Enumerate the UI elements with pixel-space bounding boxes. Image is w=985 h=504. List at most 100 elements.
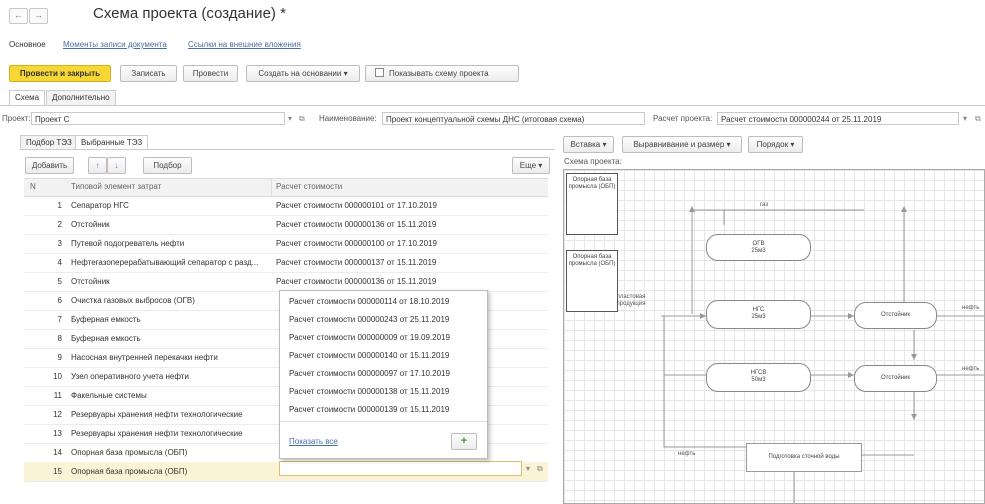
row-element: Путевой подогреватель нефти	[71, 239, 185, 248]
tab-selected-tez[interactable]: Выбранные ТЭЗ	[75, 135, 149, 150]
move-up-icon[interactable]: ↑	[88, 157, 107, 174]
name-field[interactable]: Проект концептуальной схемы ДНС (итогова…	[382, 112, 645, 125]
post-and-close-button[interactable]: Провести и закрыть	[9, 65, 111, 82]
move-down-icon[interactable]: ↓	[107, 157, 126, 174]
add-button[interactable]: Добавить	[25, 157, 74, 174]
row-number: 1	[57, 201, 62, 210]
calc-field[interactable]: Расчет стоимости 000000244 от 25.11.2019	[717, 112, 959, 125]
settler-2-label: Отстойник	[880, 375, 910, 381]
dropdown-item[interactable]: Расчет стоимости 000000097 от 17.10.2019	[289, 368, 450, 380]
oil-label-1: нефть	[962, 305, 980, 311]
row-calc[interactable]: Расчет стоимости 000000100 от 17.10.2019	[276, 234, 437, 253]
show-scheme-toggle[interactable]: Показывать схему проекта	[365, 65, 519, 82]
ngsv-title: НГСВ	[750, 370, 767, 376]
header-calc: Расчет стоимости	[276, 182, 343, 191]
show-scheme-label: Показывать схему проекта	[389, 69, 489, 78]
calc-open-icon[interactable]: ⧉	[975, 112, 981, 125]
table-row[interactable]: 5 Отстойник Расчет стоимости 000000136 от …	[24, 272, 548, 292]
calc-dropdown-icon[interactable]: ▾	[963, 112, 967, 125]
header-separator	[271, 179, 272, 196]
insert-button[interactable]: Вставка ▾	[563, 136, 614, 153]
header-element: Типовой элемент затрат	[71, 182, 162, 191]
row-element: Очистка газовых выбросов (ОГВ)	[71, 296, 195, 305]
row-element: Опорная база промысла (ОБП)	[71, 467, 188, 476]
water-treatment-node[interactable]: Подготовка сточной воды	[746, 443, 862, 472]
show-all-link[interactable]: Показать все	[289, 436, 338, 448]
dropdown-item[interactable]: Расчет стоимости 000000114 от 18.10.2019	[289, 296, 449, 308]
row-calc[interactable]: Расчет стоимости 000000136 от 15.11.2019	[276, 215, 436, 234]
more-button[interactable]: Еще ▾	[512, 157, 550, 174]
formation-label: пластовая продукция	[616, 294, 646, 307]
tab-scheme[interactable]: Схема	[9, 90, 46, 105]
open-link-icon[interactable]: ⧉	[299, 112, 305, 125]
project-diagram[interactable]: Опорная база промысла (ОБП) Опорная база…	[563, 169, 985, 504]
project-field[interactable]: Проект С	[31, 112, 285, 125]
row-number: 15	[53, 467, 62, 476]
dropdown-icon[interactable]: ▾	[288, 112, 292, 125]
ogv-title: ОГВ	[752, 241, 765, 247]
ogv-node[interactable]: ОГВ 25м3	[706, 234, 811, 261]
row-element: Буферная емкость	[71, 315, 141, 324]
obp-box-1[interactable]: Опорная база промысла (ОБП)	[566, 173, 618, 235]
oil-label-2: нефть	[962, 366, 980, 372]
tab-additional[interactable]: Дополнительно	[46, 90, 116, 105]
row-number: 10	[53, 372, 62, 381]
post-button[interactable]: Провести	[183, 65, 238, 82]
nav-external-link[interactable]: Ссылки на внешние вложения	[188, 40, 301, 49]
obp-box-1-label: Опорная база промысла (ОБП)	[568, 177, 616, 190]
gas-label: газ	[760, 202, 769, 208]
dropdown-item[interactable]: Расчет стоимости 000000140 от 15.11.2019	[289, 350, 449, 362]
forward-button[interactable]: →	[29, 8, 48, 24]
row-element: Буферная емкость	[71, 334, 141, 343]
diagram-label: Схема проекта:	[564, 157, 622, 166]
table-row[interactable]: 3 Путевой подогреватель нефти Расчет стоим…	[24, 234, 548, 254]
tab-pick-tez[interactable]: Подбор ТЭЗ	[20, 135, 78, 150]
pick-button[interactable]: Подбор	[143, 157, 192, 174]
settler-node-2[interactable]: Отстойник	[854, 365, 937, 392]
row-open-icon[interactable]: ⧉	[537, 462, 543, 475]
row-element: Факельные системы	[71, 391, 147, 400]
checkbox-icon	[375, 68, 384, 77]
save-button[interactable]: Записать	[120, 65, 177, 82]
row-element: Сепаратор НГС	[71, 201, 129, 210]
row-number: 8	[57, 334, 62, 343]
table-header: N Типовой элемент затрат Расчет стоимост…	[24, 178, 548, 197]
row-calc[interactable]: Расчет стоимости 000000136 от 15.11.2019	[276, 272, 436, 291]
row-dropdown-icon[interactable]: ▾	[526, 462, 530, 475]
dropdown-item[interactable]: Расчет стоимости 000000139 от 15.11.2019	[289, 404, 449, 416]
add-calc-button[interactable]: +	[451, 433, 477, 450]
order-button[interactable]: Порядок ▾	[748, 136, 803, 153]
row-number: 6	[57, 296, 62, 305]
back-button[interactable]: ←	[9, 8, 28, 24]
calc-label: Расчет проекта:	[653, 114, 713, 123]
calc-dropdown-popup: Расчет стоимости 000000114 от 18.10.2019…	[279, 290, 488, 459]
row-calc[interactable]: Расчет стоимости 000000101 от 17.10.2019	[276, 196, 437, 215]
create-based-button[interactable]: Создать на основании ▾	[246, 65, 360, 82]
ngs-volume: 25м3	[751, 314, 766, 320]
settler-node-1[interactable]: Отстойник	[854, 302, 937, 329]
ngs-node[interactable]: НГС 25м3	[706, 300, 811, 329]
dropdown-item[interactable]: Расчет стоимости 000000009 от 19.09.2019	[289, 332, 450, 344]
row-element: Насосная внутренней перекачки нефти	[71, 353, 218, 362]
row-number: 12	[53, 410, 62, 419]
dropdown-item[interactable]: Расчет стоимости 000000243 от 25.11.2019	[289, 314, 449, 326]
row-calc[interactable]: Расчет стоимости 000000137 от 15.11.2019	[276, 253, 436, 272]
row-element: Отстойник	[71, 220, 110, 229]
obp-box-2-label: Опорная база промысла (ОБП)	[568, 254, 616, 267]
row-number: 14	[53, 448, 62, 457]
nav-moments-link[interactable]: Моменты записи документа	[63, 40, 167, 49]
row-element: Опорная база промысла (ОБП)	[71, 448, 188, 457]
ngsv-node[interactable]: НГСВ 50м3	[706, 363, 811, 392]
table-row[interactable]: 4 Нефтегазоперерабатывающий сепаратор с р…	[24, 253, 548, 273]
table-row[interactable]: 2 Отстойник Расчет стоимости 000000136 от …	[24, 215, 548, 235]
row-element: Отстойник	[71, 277, 110, 286]
calc-input[interactable]	[279, 461, 522, 476]
table-row[interactable]: 1 Сепаратор НГС Расчет стоимости 000000101…	[24, 196, 548, 216]
align-size-button[interactable]: Выравнивание и размер ▾	[622, 136, 742, 153]
nav-main[interactable]: Основное	[9, 40, 46, 49]
ngs-title: НГС	[752, 307, 765, 313]
dropdown-item[interactable]: Расчет стоимости 000000138 от 15.11.2019	[289, 386, 449, 398]
project-label: Проект:	[2, 114, 31, 123]
row-number: 5	[57, 277, 62, 286]
left-tab-divider	[20, 149, 555, 150]
